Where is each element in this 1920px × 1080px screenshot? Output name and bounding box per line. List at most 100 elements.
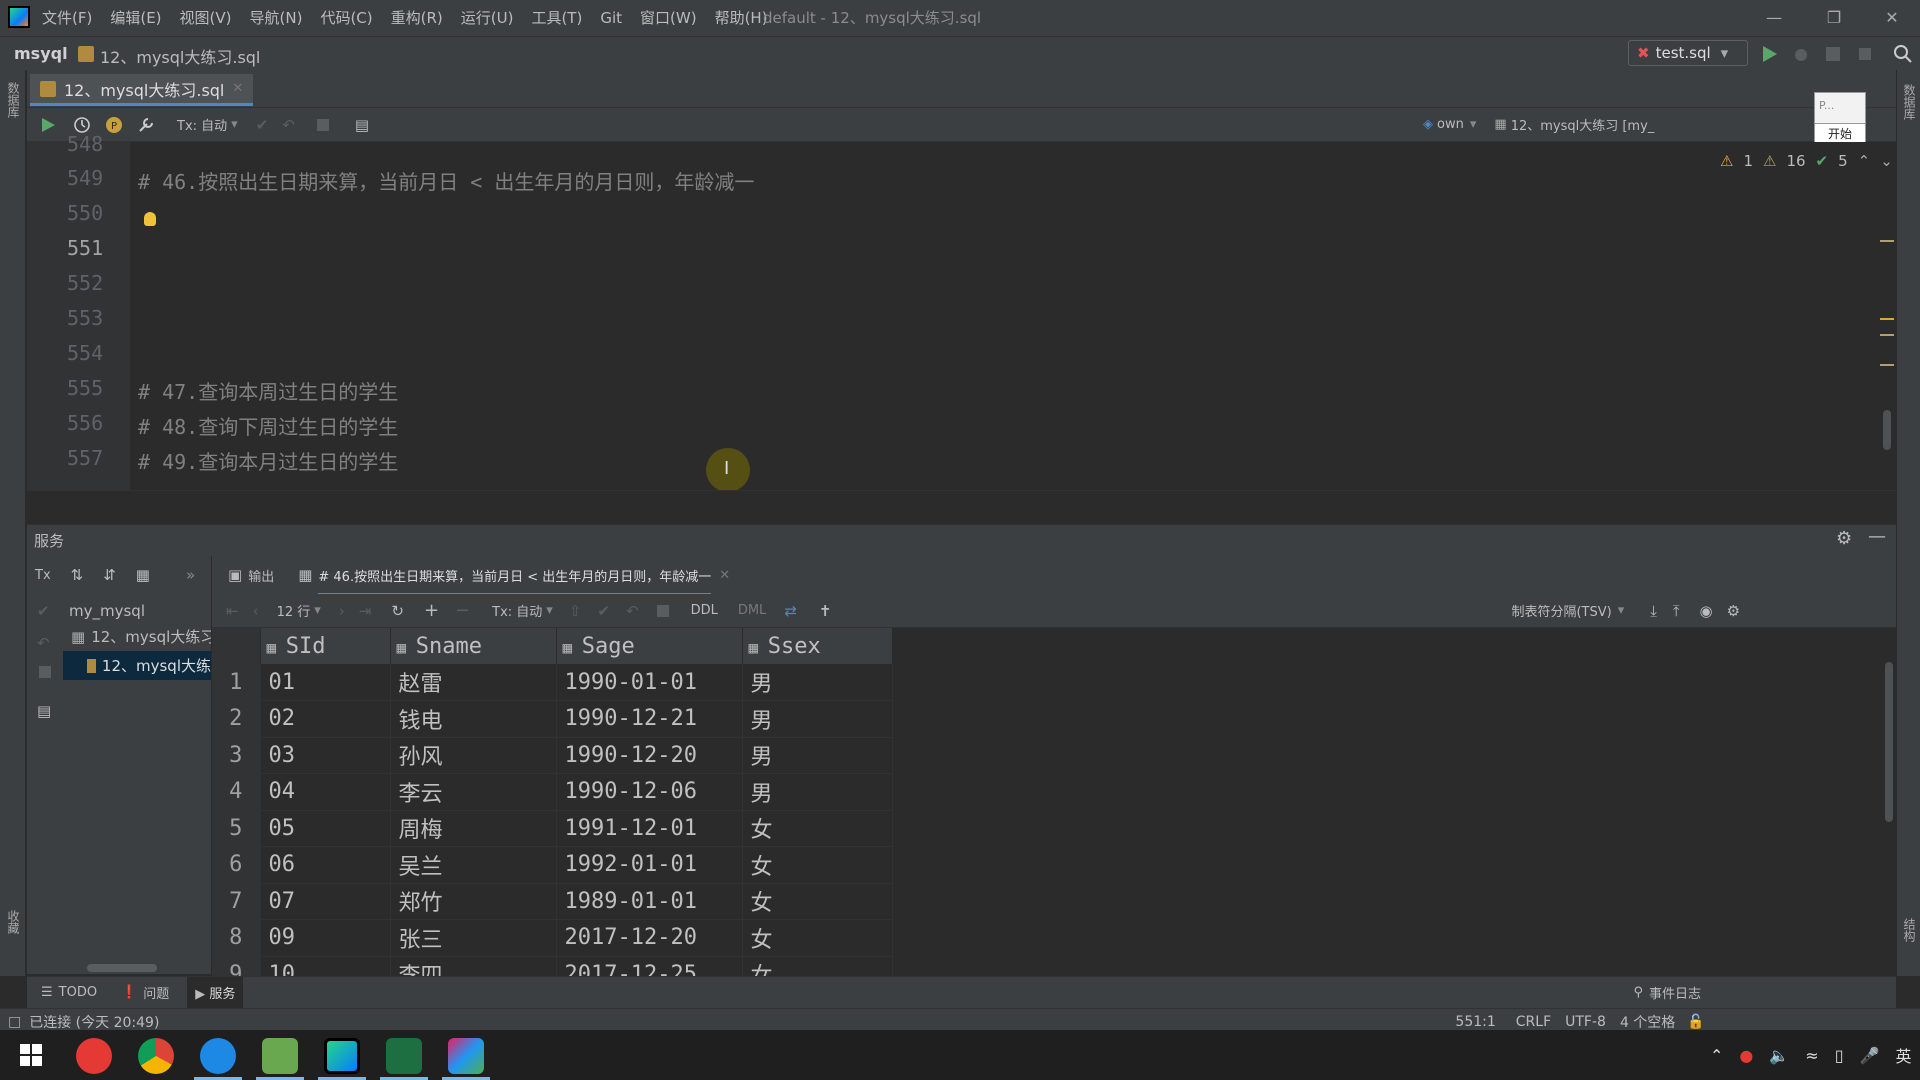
menu-edit[interactable]: 编辑(E) <box>108 0 163 36</box>
close-tab-icon[interactable]: ✕ <box>232 81 243 96</box>
profile-icon[interactable]: P <box>105 116 123 134</box>
cell-sage[interactable]: 2017-12-20 <box>556 919 743 957</box>
tx-mode-label[interactable]: Tx: 自动 <box>177 115 227 134</box>
cell-sage[interactable]: 2017-12-25 <box>556 956 743 976</box>
submit-icon[interactable]: ⇧ <box>569 602 582 620</box>
ddl-button[interactable]: DDL <box>691 603 718 618</box>
layout-icon[interactable]: ▤ <box>37 702 63 720</box>
table-row[interactable]: 5 05 周梅 1991-12-01 女 <box>212 810 893 847</box>
excel-icon[interactable] <box>386 1038 422 1074</box>
code-editor[interactable]: # 46.按照出生日期来算，当前月日 < 出生年月的月日则，年龄减一 # 47.… <box>130 142 1896 490</box>
column-header-sid[interactable]: ▦ SId <box>260 628 391 664</box>
cell-sage[interactable]: 1989-01-01 <box>556 883 743 920</box>
column-header-sname[interactable]: ▦ Sname <box>390 628 557 664</box>
next-page-icon[interactable]: › <box>339 602 345 620</box>
lock-icon[interactable]: 🔓 <box>1687 1014 1704 1030</box>
cell-ssex[interactable]: 女 <box>742 919 893 957</box>
minimize-button[interactable]: — <box>1746 0 1802 36</box>
grid-scrollbar[interactable] <box>1882 628 1896 976</box>
table-row[interactable]: 2 02 钱电 1990-12-21 男 <box>212 700 893 738</box>
commit-icon[interactable]: ✔ <box>256 116 269 134</box>
microphone-icon[interactable]: 🎤 <box>1860 1046 1880 1065</box>
first-page-icon[interactable]: ⇤ <box>226 602 239 620</box>
compare-icon[interactable]: ⇄ <box>784 602 797 620</box>
cell-ssex[interactable]: 女 <box>742 846 893 884</box>
prev-page-icon[interactable]: ‹ <box>253 602 259 620</box>
cell-ssex[interactable]: 男 <box>742 737 893 774</box>
history-icon[interactable] <box>73 116 91 134</box>
column-header-sage[interactable]: ▦ Sage <box>556 628 743 664</box>
debug-icon[interactable] <box>1790 43 1812 65</box>
tool-problems[interactable]: 问题 <box>143 983 169 1002</box>
collapse-all-icon[interactable]: ⇵ <box>103 566 116 584</box>
cell-sage[interactable]: 1990-12-06 <box>556 773 743 811</box>
stop-icon[interactable] <box>316 118 329 131</box>
delete-row-icon[interactable]: − <box>455 600 470 621</box>
schema-selector[interactable]: own <box>1437 117 1464 132</box>
rollback-icon[interactable]: ↶ <box>282 116 295 134</box>
menu-view[interactable]: 视图(V) <box>178 0 234 36</box>
stop-icon[interactable] <box>39 666 51 678</box>
cell-sname[interactable]: 郑竹 <box>390 883 557 920</box>
menu-file[interactable]: 文件(F) <box>40 0 94 36</box>
grid-tx-mode[interactable]: Tx: 自动 <box>492 601 542 620</box>
tree-item-datasource[interactable]: my_mysql <box>63 594 211 620</box>
rollback-icon[interactable]: ↶ <box>37 634 63 652</box>
chevron-down-icon[interactable]: ▾ <box>231 117 238 132</box>
menu-navigate[interactable]: 导航(N) <box>248 0 305 36</box>
datagrip-icon[interactable] <box>324 1038 360 1074</box>
cell-sage[interactable]: 1990-12-20 <box>556 737 743 774</box>
rollback-icon[interactable]: ↶ <box>626 602 639 620</box>
chevron-down-icon[interactable]: ▾ <box>314 603 321 618</box>
hide-panel-icon[interactable]: — <box>1868 526 1886 547</box>
connection-status[interactable]: 已连接 (今天 20:49) <box>29 1012 159 1032</box>
tree-item-console[interactable]: 12、mysql大练 <box>63 651 211 680</box>
cell-sid[interactable]: 03 <box>260 737 391 774</box>
side-label-database-right[interactable]: 数据库 <box>1901 84 1918 120</box>
refresh-icon[interactable]: ↻ <box>391 602 404 620</box>
code-line[interactable]: # 49.查询本月过生日的学生 <box>138 446 398 475</box>
cell-sid[interactable]: 07 <box>260 883 391 920</box>
paint-app-icon[interactable] <box>448 1038 484 1074</box>
chevron-up-icon[interactable]: ⌃ <box>1858 152 1871 170</box>
code-line[interactable]: # 46.按照出生日期来算，当前月日 < 出生年月的月日则，年龄减一 <box>138 166 754 195</box>
execute-icon[interactable] <box>39 116 57 134</box>
floating-popup[interactable]: P... 开始 <box>1814 92 1866 144</box>
code-line[interactable]: # 47.查询本周过生日的学生 <box>138 376 398 405</box>
gear-icon[interactable]: ⚙ <box>1727 602 1740 620</box>
caret-position[interactable]: 551:1 <box>1455 1014 1495 1030</box>
windows-start-icon[interactable] <box>20 1044 42 1066</box>
restore-button[interactable]: ❐ <box>1806 0 1862 36</box>
cell-sid[interactable]: 02 <box>260 700 391 738</box>
menu-refactor[interactable]: 重构(R) <box>389 0 445 36</box>
browser-g-icon[interactable] <box>76 1038 112 1074</box>
menu-tools[interactable]: 工具(T) <box>529 0 584 36</box>
cell-sid[interactable]: 05 <box>260 810 391 847</box>
chevron-down-icon[interactable]: ▾ <box>1470 117 1477 132</box>
tree-scrollbar[interactable] <box>87 964 157 972</box>
cell-sname[interactable]: 吴兰 <box>390 846 557 884</box>
chevron-up-icon[interactable]: ⌃ <box>1710 1046 1723 1065</box>
tab-output[interactable]: 输出 <box>248 566 274 585</box>
close-window-button[interactable]: ✕ <box>1864 0 1920 36</box>
app-logo-icon[interactable] <box>8 6 30 28</box>
browser-blue-icon[interactable] <box>200 1038 236 1074</box>
cell-sid[interactable]: 04 <box>260 773 391 811</box>
chevron-down-icon[interactable]: ▾ <box>546 603 553 618</box>
view-icon[interactable]: ◉ <box>1700 602 1713 620</box>
cell-sage[interactable]: 1990-12-21 <box>556 700 743 738</box>
gear-icon[interactable]: ⚙ <box>1836 528 1852 549</box>
cell-sage[interactable]: 1990-01-01 <box>556 664 743 701</box>
menu-window[interactable]: 窗口(W) <box>638 0 699 36</box>
datasource-selector[interactable]: 12、mysql大练习 [my_ <box>1511 115 1655 134</box>
menu-code[interactable]: 代码(C) <box>318 0 374 36</box>
cell-sname[interactable]: 赵雷 <box>390 664 557 701</box>
indent-setting[interactable]: 4 个空格 <box>1620 1012 1675 1032</box>
editor-tab-active[interactable]: 12、mysql大练习.sql ✕ <box>30 74 254 106</box>
column-header-ssex[interactable]: ▦ Ssex <box>742 628 893 664</box>
tool-services[interactable]: ▶ 服务 <box>187 977 244 1008</box>
cell-ssex[interactable]: 男 <box>742 773 893 811</box>
tree-item-session[interactable]: ▦ 12、mysql大练习 <box>63 620 211 647</box>
inspection-widget[interactable]: ⚠ 1 ⚠ 16 ✔ 5 ⌃ ⌄ <box>1720 152 1893 170</box>
table-row[interactable]: 7 07 郑竹 1989-01-01 女 <box>212 883 893 920</box>
